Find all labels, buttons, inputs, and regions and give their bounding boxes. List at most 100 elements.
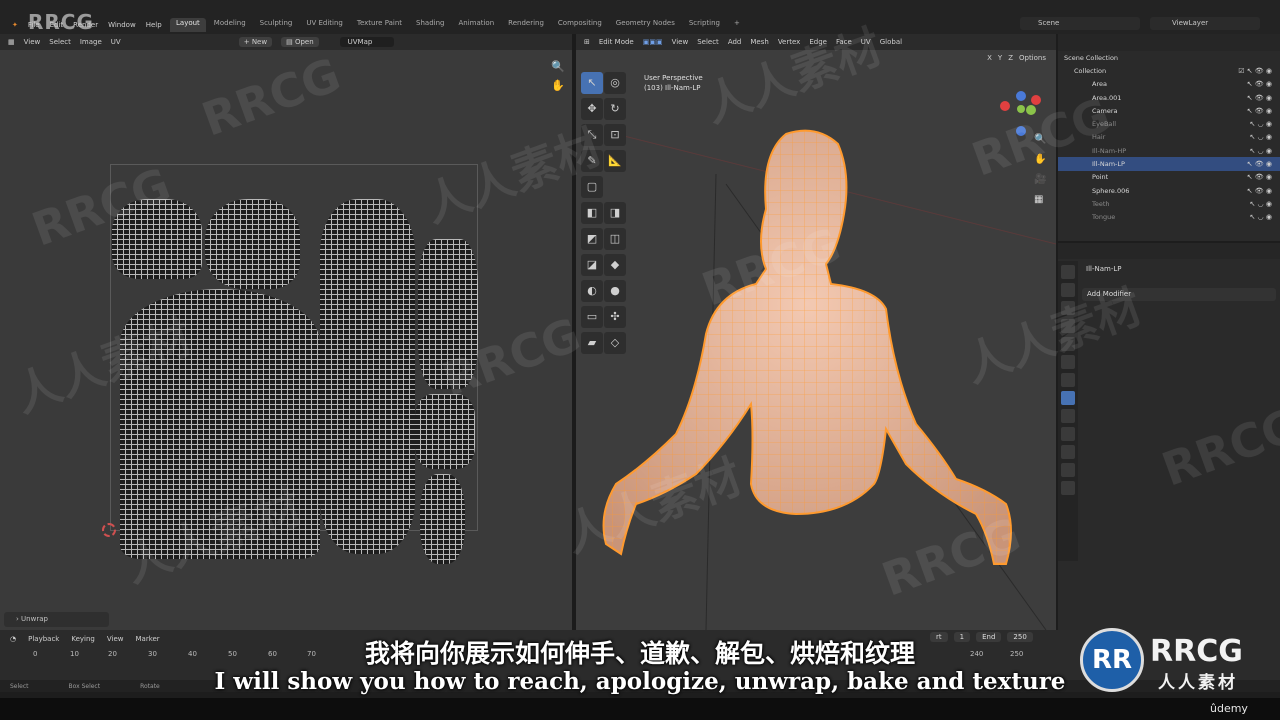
menu-help[interactable]: Help — [146, 21, 162, 29]
uv-island-torso[interactable] — [320, 199, 415, 554]
tab-scripting[interactable]: Scripting — [683, 18, 726, 32]
menu-render[interactable]: Render — [73, 21, 98, 29]
uvmap-field[interactable]: UVMap — [339, 37, 395, 47]
item-name: Teeth — [1092, 199, 1110, 208]
vp-menu-select[interactable]: Select — [697, 38, 719, 46]
view-layer-selector[interactable]: ViewLayer — [1150, 17, 1260, 30]
vp-menu-mesh[interactable]: Mesh — [750, 38, 768, 46]
outliner-item-selected[interactable]: Ill-Nam-LP ↖ 👁 ◉ — [1058, 157, 1280, 171]
uv-island-arm-b[interactable] — [415, 394, 475, 469]
modifier-tab-icon[interactable] — [1061, 391, 1075, 405]
tab-geometry-nodes[interactable]: Geometry Nodes — [610, 18, 681, 32]
editor-type-icon[interactable]: ⊞ — [584, 38, 590, 46]
data-tab-icon[interactable] — [1061, 463, 1075, 477]
visibility-icons[interactable]: ↖ 👁 ◉ — [1247, 160, 1272, 168]
edge-slide-icon[interactable]: ▭ — [581, 306, 603, 328]
menu-file[interactable]: File — [28, 21, 40, 29]
material-tab-icon[interactable] — [1061, 481, 1075, 495]
visibility-icons[interactable]: ↖ 👁 ◉ — [1247, 173, 1272, 181]
visibility-icons[interactable]: ☑ ↖ 👁 ◉ — [1238, 67, 1272, 75]
uv-menu-uv[interactable]: UV — [111, 38, 121, 46]
rotate-icon[interactable]: ↻ — [604, 98, 626, 120]
uv-island-head-right[interactable] — [205, 199, 300, 289]
tab-rendering[interactable]: Rendering — [502, 18, 550, 32]
visibility-icons[interactable]: ↖ ◡ ◉ — [1249, 213, 1272, 221]
vp-menu-add[interactable]: Add — [728, 38, 742, 46]
pan-hand-icon[interactable]: ✋ — [550, 79, 566, 92]
tab-animation[interactable]: Animation — [452, 18, 500, 32]
knife-icon[interactable]: ◪ — [581, 254, 603, 276]
rrcg-logo-badge-icon: RR — [1080, 628, 1144, 692]
select-mode-icons[interactable]: ▣▣▣ — [643, 38, 663, 46]
visibility-icons[interactable]: ↖ ◡ ◉ — [1249, 200, 1272, 208]
open-image-button[interactable]: ▤ Open — [281, 37, 319, 47]
visibility-icons[interactable]: ↖ 👁 ◉ — [1247, 107, 1272, 115]
tab-compositing[interactable]: Compositing — [552, 18, 608, 32]
visibility-icons[interactable]: ↖ 👁 ◉ — [1247, 80, 1272, 88]
shrink-icon[interactable]: ✣ — [604, 306, 626, 328]
outliner-scene-collection[interactable]: Scene Collection — [1058, 51, 1280, 64]
item-name: Ill-Nam-HP — [1092, 146, 1127, 155]
collection-label: Collection — [1074, 66, 1107, 75]
vp-menu-view[interactable]: View — [672, 38, 689, 46]
object-tab-icon[interactable] — [1061, 373, 1075, 387]
new-image-button[interactable]: + New — [238, 37, 273, 47]
menu-window[interactable]: Window — [108, 21, 136, 29]
inset-icon[interactable]: ◨ — [604, 202, 626, 224]
scene-selector[interactable]: Scene — [1020, 17, 1140, 30]
axis-z-toggle[interactable]: Z — [1008, 54, 1013, 62]
particles-tab-icon[interactable] — [1061, 409, 1075, 423]
outliner-item[interactable]: Tongue ↖ ◡ ◉ — [1058, 211, 1280, 224]
spin-icon[interactable]: ◐ — [581, 280, 603, 302]
tab-texture-paint[interactable]: Texture Paint — [351, 18, 408, 32]
rrcg-logo: RR RRCG 人人素材 — [1080, 628, 1275, 694]
outliner-item[interactable]: Point ↖ 👁 ◉ — [1058, 171, 1280, 184]
tool-tab-icon[interactable] — [1061, 265, 1075, 279]
rip-icon[interactable]: ◇ — [604, 332, 626, 354]
add-workspace-icon[interactable]: + — [728, 18, 746, 32]
visibility-icons[interactable]: ↖ ◡ ◉ — [1249, 120, 1272, 128]
constraints-tab-icon[interactable] — [1061, 445, 1075, 459]
uv-menu-select[interactable]: Select — [49, 38, 71, 46]
outliner-item[interactable]: Sphere.006 ↖ 👁 ◉ — [1058, 184, 1280, 197]
rrcg-logo-subtext: 人人素材 — [1158, 673, 1238, 693]
select-box-icon[interactable]: ↖ — [581, 72, 603, 94]
properties-header — [1058, 243, 1280, 259]
camera-view-icon[interactable]: 🎥 — [1034, 170, 1046, 190]
uv-island-hand[interactable] — [420, 474, 465, 564]
outliner-item[interactable]: Teeth ↖ ◡ ◉ — [1058, 197, 1280, 210]
loop-cut-icon[interactable]: ◫ — [604, 228, 626, 250]
axis-x-toggle[interactable]: X — [987, 54, 992, 62]
visibility-icons[interactable]: ↖ ◡ ◉ — [1249, 147, 1272, 155]
menu-edit[interactable]: Edit — [50, 21, 64, 29]
axis-y-toggle[interactable]: Y — [998, 54, 1002, 62]
tab-layout[interactable]: Layout — [170, 18, 206, 32]
uv-menu-view[interactable]: View — [24, 38, 41, 46]
visibility-icons[interactable]: ↖ ◡ ◉ — [1249, 133, 1272, 141]
uv-menu-image[interactable]: Image — [80, 38, 102, 46]
last-operator-panel[interactable]: › Unwrap — [4, 612, 109, 627]
poly-build-icon[interactable]: ◆ — [604, 254, 626, 276]
blender-icon[interactable]: ✦ — [12, 21, 18, 29]
tab-uv-editing[interactable]: UV Editing — [300, 18, 349, 32]
orientation-dropdown[interactable]: Global — [880, 38, 902, 46]
cursor-icon[interactable]: ◎ — [604, 72, 626, 94]
grid-icon[interactable]: ▦ — [1034, 190, 1046, 210]
main-menu: ✦ File Edit Render Window Help — [6, 18, 162, 32]
visibility-icons[interactable]: ↖ 👁 ◉ — [1247, 94, 1272, 102]
tab-modeling[interactable]: Modeling — [208, 18, 252, 32]
bevel-icon[interactable]: ◩ — [581, 228, 603, 250]
physics-tab-icon[interactable] — [1061, 427, 1075, 441]
extrude-icon[interactable]: ◧ — [581, 202, 603, 224]
outliner-collection[interactable]: Collection ☑ ↖ 👁 ◉ — [1058, 64, 1280, 77]
visibility-icons[interactable]: ↖ 👁 ◉ — [1247, 187, 1272, 195]
smooth-icon[interactable]: ● — [604, 280, 626, 302]
mode-selector[interactable]: Edit Mode — [599, 38, 634, 46]
transform-icon[interactable]: ⊡ — [604, 124, 626, 146]
tab-shading[interactable]: Shading — [410, 18, 450, 32]
zoom-icon[interactable]: 🔍 — [550, 60, 566, 73]
tab-sculpting[interactable]: Sculpting — [254, 18, 299, 32]
options-dropdown[interactable]: Options — [1019, 54, 1046, 62]
editor-type-icon[interactable]: ▦ — [8, 38, 15, 46]
scene-name: Scene — [1038, 19, 1060, 27]
